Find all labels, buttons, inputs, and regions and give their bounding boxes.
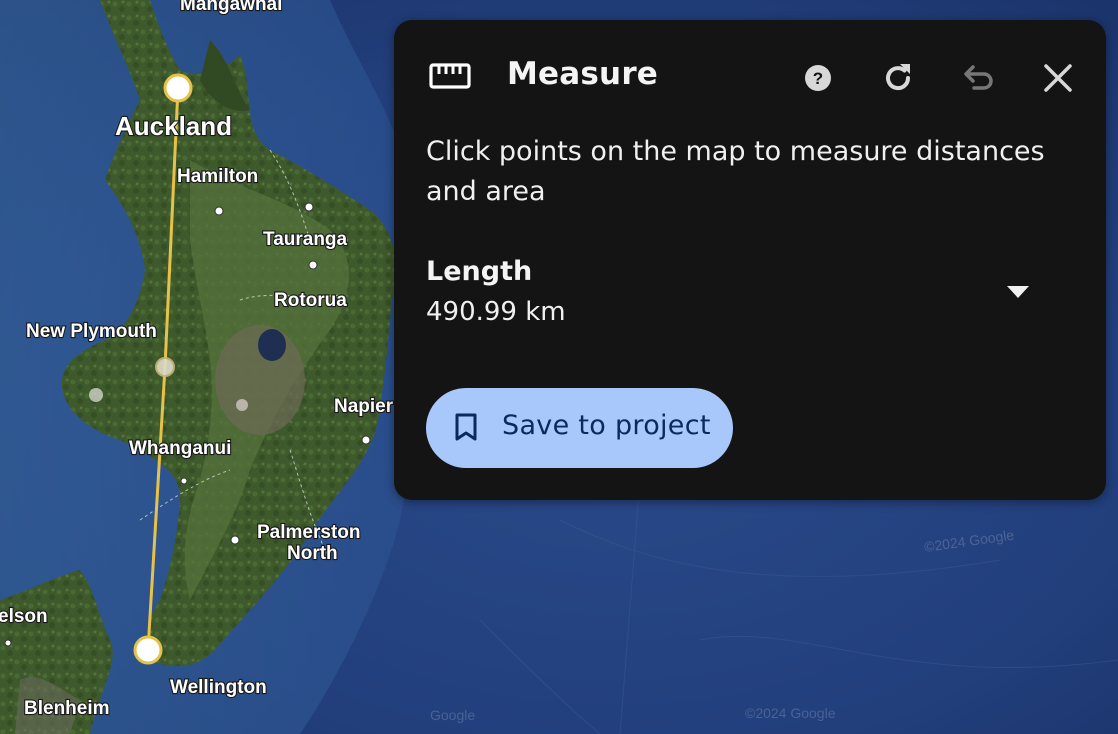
- label-whanganui: Whanganui: [129, 438, 231, 459]
- map-watermark-2: ©2024 Google: [745, 705, 836, 721]
- close-icon: [1044, 64, 1072, 92]
- label-new-plymouth: New Plymouth: [26, 321, 157, 342]
- undo-icon: [964, 65, 993, 90]
- refresh-icon: [886, 64, 911, 91]
- label-nelson: elson: [0, 606, 48, 627]
- measure-instructions: Click points on the map to measure dista…: [426, 136, 1045, 207]
- metric-dropdown[interactable]: [994, 274, 1042, 310]
- measure-point-end[interactable]: [133, 635, 163, 665]
- map-watermark-3: Google: [430, 707, 475, 723]
- metric-value: 490.99 km: [426, 297, 566, 327]
- label-mangawhai: Mangawhai: [180, 0, 282, 15]
- label-napier: Napier: [334, 396, 394, 417]
- caret-down-icon: [1007, 286, 1029, 298]
- ruler-icon: [429, 63, 471, 89]
- label-rotorua: Rotorua: [274, 290, 347, 311]
- close-button[interactable]: [1036, 56, 1080, 100]
- label-hamilton: Hamilton: [177, 166, 258, 187]
- bookmark-icon: [455, 413, 477, 441]
- label-wellington: Wellington: [170, 677, 267, 698]
- label-palmerston-north-line2: North: [287, 543, 338, 564]
- measure-panel-header: Measure ?: [394, 20, 1106, 130]
- label-tauranga: Tauranga: [263, 229, 348, 250]
- label-palmerston-north-line1: Palmerston: [257, 522, 360, 543]
- undo-button[interactable]: [956, 56, 1000, 100]
- help-icon: ?: [805, 65, 831, 91]
- save-to-project-button[interactable]: Save to project: [426, 388, 733, 468]
- measure-point-start[interactable]: [163, 73, 193, 103]
- measure-panel: Measure ? Click points on the map to mea…: [394, 20, 1106, 500]
- refresh-button[interactable]: [876, 56, 920, 100]
- label-blenheim: Blenheim: [24, 698, 110, 719]
- measure-midpoint[interactable]: [155, 357, 175, 377]
- label-auckland: Auckland: [115, 111, 232, 141]
- save-button-label: Save to project: [502, 410, 711, 441]
- metric-label: Length: [426, 256, 533, 287]
- panel-title: Measure: [507, 56, 659, 92]
- svg-text:?: ?: [813, 69, 823, 88]
- help-button[interactable]: ?: [796, 56, 840, 100]
